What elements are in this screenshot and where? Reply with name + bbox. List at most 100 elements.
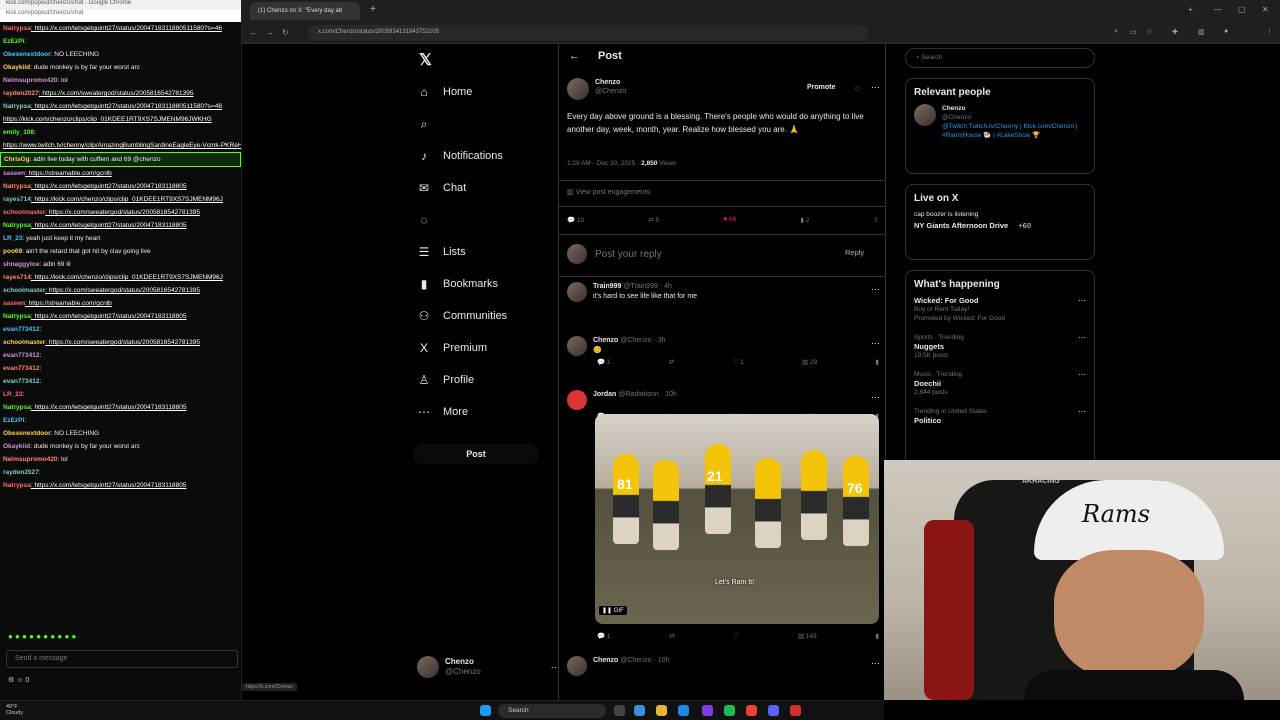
weather-widget[interactable]: 49°F Cloudy — [6, 704, 23, 716]
trend-title[interactable]: Buy or Rent Today! — [914, 305, 1086, 314]
search-input[interactable]: ⌕ Search — [905, 48, 1095, 68]
like-action[interactable]: ♥ 66 — [723, 216, 736, 224]
account-switcher[interactable]: Chenzo @Chenzo ⋯ — [417, 656, 560, 678]
author-name[interactable]: Chenzo — [595, 78, 626, 87]
chat-message[interactable]: LR_23: — [0, 388, 241, 401]
zoom-icon[interactable]: ⌕ — [1114, 28, 1118, 36]
gif-badge[interactable]: ❚❚ GIF — [599, 606, 627, 615]
sidebar-icon[interactable]: ▥ — [1198, 28, 1205, 36]
reply-author[interactable]: Chenzo — [593, 337, 618, 344]
chat-username[interactable]: Obesenextdoor — [3, 430, 51, 437]
nav-premium[interactable]: X Premium — [417, 336, 487, 360]
chat-username[interactable]: shnaggytoe — [3, 261, 39, 268]
chat-username[interactable]: evan773412 — [3, 378, 40, 385]
chat-username[interactable]: Natrypsa — [3, 25, 31, 32]
chat-message[interactable]: Nelmsupromo420: lol — [0, 453, 241, 466]
chat-message[interactable]: Natrypsa: https://x.com/letsgetquintt27/… — [0, 22, 241, 35]
menu-icon[interactable]: ⋮ — [1266, 28, 1273, 36]
chat-username[interactable]: Natrypsa — [3, 404, 31, 411]
reply-button[interactable]: Reply — [845, 248, 864, 257]
x-logo-icon[interactable]: 𝕏 — [419, 50, 432, 70]
chrome-icon[interactable] — [746, 705, 757, 716]
chat-username[interactable]: Obesenextdoor — [3, 51, 51, 58]
trend-item[interactable]: Wicked: For Good Buy or Rent Today! Promot… — [914, 296, 1086, 323]
pause-icon[interactable]: ❚❚ — [602, 608, 612, 614]
nav-bookmarks[interactable]: ▮ Bookmarks — [417, 272, 498, 296]
new-tab-button[interactable]: + — [370, 4, 376, 15]
chat-username[interactable]: EzEzPi — [3, 38, 24, 45]
chat-username[interactable]: Nelmsupromo420 — [3, 77, 58, 84]
reply-handle[interactable]: @Chenzo · 3h — [620, 337, 665, 344]
forward-icon[interactable]: → — [266, 28, 274, 37]
promote-button[interactable]: Promote — [807, 84, 835, 91]
avatar[interactable] — [567, 656, 587, 676]
post-author[interactable]: Chenzo @Chenzo — [567, 78, 626, 100]
profile-avatar-icon[interactable]: ● — [1224, 28, 1228, 35]
reply-author[interactable]: Chenzo — [593, 657, 618, 664]
back-arrow-icon[interactable]: ← — [569, 50, 580, 62]
obs-icon[interactable] — [790, 705, 801, 716]
chat-message[interactable]: Natrypsa: https://x.com/letsgetquintt27/… — [0, 100, 241, 113]
chat-username[interactable]: ChrisGg — [4, 156, 30, 163]
more-icon[interactable]: ⋯ — [871, 338, 880, 349]
author-handle[interactable]: @Chenzo — [595, 87, 626, 96]
chat-message[interactable]: evan773412: — [0, 323, 241, 336]
app-icon[interactable] — [768, 705, 779, 716]
trend-title[interactable]: Doechii — [914, 379, 1086, 388]
more-icon[interactable]: ⋯ — [1078, 333, 1086, 342]
trend-item[interactable]: Trending in United States Politico ⋯ — [914, 407, 1086, 425]
chat-username[interactable]: saseen — [3, 170, 25, 177]
repost-action[interactable]: ⇄ 5 — [648, 216, 659, 224]
windows-start-icon[interactable] — [480, 705, 491, 716]
avatar[interactable] — [914, 104, 936, 126]
reply-post[interactable]: Chenzo @Chenzo · 3h 😊 — [567, 336, 665, 356]
taskbar-search[interactable]: Search — [498, 704, 606, 718]
views-action[interactable]: ▥ 143 — [798, 632, 817, 640]
settings-icon[interactable]: ⚙ — [8, 677, 14, 684]
relevant-bio[interactable]: @Twitch Twitch.tv/Chenny | Kick.com/Chen… — [942, 122, 1086, 140]
chat-message[interactable]: Nelmsupromo420: lol — [0, 74, 241, 87]
reply-action[interactable]: 💬 1 — [597, 358, 611, 366]
reply-composer[interactable]: Post your reply — [567, 244, 879, 264]
nav-lists[interactable]: ☰ Lists — [417, 240, 466, 264]
file-explorer-icon[interactable] — [656, 705, 667, 716]
star-icon[interactable]: ☆ — [1146, 28, 1152, 36]
engagements-label[interactable]: View post engagements — [576, 189, 651, 196]
chat-message[interactable]: schoolmaster: https://x.com/sweatergod/s… — [0, 336, 241, 349]
chat-input[interactable]: Send a message — [6, 650, 238, 668]
bookmark-action[interactable]: ▮ 2 — [800, 216, 809, 224]
chat-username[interactable]: LR_23 — [3, 391, 23, 398]
chat-message[interactable]: rayden2027: https://x.com/sweatergod/sta… — [0, 87, 241, 100]
chat-username[interactable]: Okaykiid — [3, 443, 30, 450]
post-button[interactable]: Post — [413, 444, 539, 464]
chat-message[interactable]: rayes714: https://kick.com/chenzo/clips/… — [0, 271, 241, 284]
like-action[interactable]: ♡ 1 — [732, 358, 743, 366]
bookmark-icon[interactable]: ▮ — [875, 358, 879, 366]
reply-post[interactable]: Train999 @Train999 · 4h it's hard to see … — [567, 282, 697, 302]
post-engagements-link[interactable]: ▥ View post engagements — [567, 188, 650, 196]
chat-message[interactable]: Natrypsa: https://x.com/letsgetquintt27/… — [0, 479, 241, 492]
back-icon[interactable]: ← — [250, 28, 258, 37]
chat-username[interactable]: Natrypsa — [3, 222, 31, 229]
chat-message[interactable]: rayden2027: — [0, 466, 241, 479]
avatar[interactable] — [567, 78, 589, 100]
chat-username[interactable]: evan773412 — [3, 326, 40, 333]
chat-message[interactable]: Natrypsa: https://x.com/letsgetquintt27/… — [0, 401, 241, 414]
more-icon[interactable]: ⋯ — [1078, 370, 1086, 379]
task-view-icon[interactable] — [614, 705, 625, 716]
chat-username[interactable]: poo69 — [3, 248, 22, 255]
chat-username[interactable]: Nelmsupromo420 — [3, 456, 58, 463]
more-icon[interactable]: ⋯ — [871, 82, 880, 93]
browser-tab[interactable]: (1) Chenzo on X: "Every day ab — [250, 2, 360, 20]
chat-message[interactable]: emily_108: — [0, 126, 241, 139]
chat-username[interactable]: schoolmaster — [3, 209, 45, 216]
chat-username[interactable]: schoolmaster — [3, 339, 45, 346]
chat-username[interactable]: Natrypsa — [3, 482, 31, 489]
chat-message-list[interactable]: Natrypsa: https://x.com/letsgetquintt27/… — [0, 22, 241, 492]
nav-grok[interactable]: ◌ — [417, 208, 443, 232]
more-icon[interactable]: ⋯ — [1078, 407, 1086, 416]
chat-message[interactable]: saseen: https://streamable.com/gcnlb — [0, 167, 241, 180]
chat-message[interactable]: rayes714: https://kick.com/chenzo/clips/… — [0, 193, 241, 206]
trend-item[interactable]: Music · Trending Doechii 2,844 posts ⋯ — [914, 370, 1086, 397]
chat-username[interactable]: saseen — [3, 300, 25, 307]
